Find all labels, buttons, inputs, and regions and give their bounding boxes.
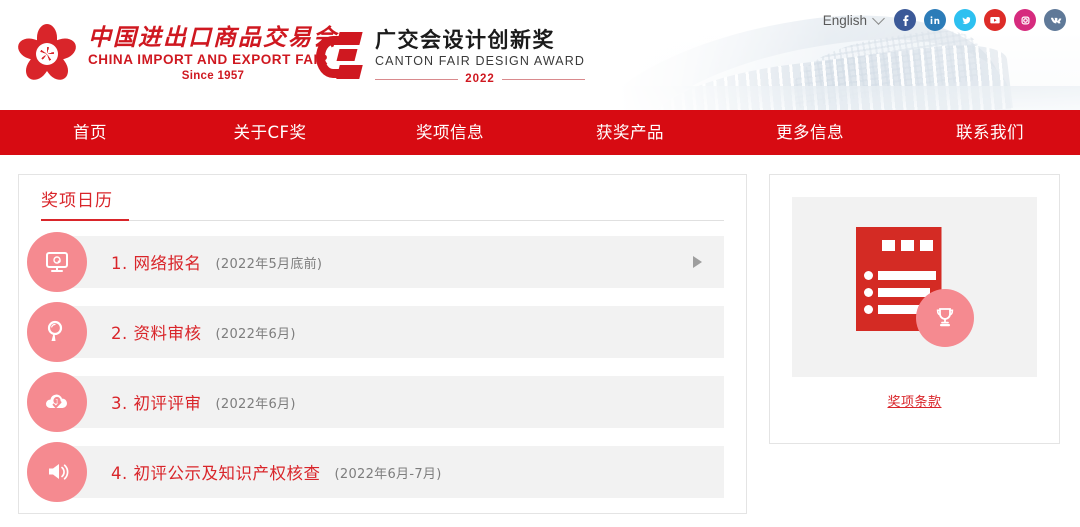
instagram-icon[interactable] (1014, 9, 1036, 31)
calendar-row-label: 4. 初评公示及知识产权核查 (111, 464, 321, 483)
award-calendar-panel: 奖项日历 1. 网络报名 (2022年5月底前) 2. 资料审核 (2022年6… (18, 174, 747, 514)
youtube-icon[interactable] (984, 9, 1006, 31)
nav-item-award-info[interactable]: 奖项信息 (360, 110, 540, 155)
calendar-row-label: 1. 网络报名 (111, 254, 202, 273)
year-rule-left (375, 78, 459, 80)
cloud-check-icon: 1 (27, 372, 87, 432)
award-name-en: CANTON FAIR DESIGN AWARD (375, 54, 585, 69)
award-year: 2022 (465, 73, 495, 86)
magnifier-icon (27, 302, 87, 362)
cf-monogram-icon (316, 31, 364, 82)
facebook-icon[interactable] (894, 9, 916, 31)
tab-award-calendar[interactable]: 奖项日历 (41, 186, 113, 220)
calendar-row[interactable]: 1 3. 初评评审 (2022年6月) (27, 372, 724, 432)
megaphone-icon (27, 442, 87, 502)
calendar-row[interactable]: 4. 初评公示及知识产权核查 (2022年6月-7月) (27, 442, 724, 502)
monitor-at-icon (27, 232, 87, 292)
year-rule-right (501, 78, 585, 80)
social-links (894, 9, 1066, 31)
logo-title-en: CHINA IMPORT AND EXPORT FAIR (88, 52, 329, 68)
sidebar-panel: 奖项条款 (769, 174, 1060, 444)
expand-arrow-icon[interactable] (693, 256, 702, 268)
calendar-row-date: (2022年6月-7月) (334, 466, 442, 482)
award-terms-image[interactable] (792, 197, 1037, 377)
logo-title-cn: 中国进出口商品交易会 (88, 24, 338, 51)
main-navigation: 首页 关于CF奖 奖项信息 获奖产品 更多信息 联系我们 (0, 110, 1080, 155)
award-name-cn: 广交会设计创新奖 (375, 28, 555, 52)
calendar-row-date: (2022年6月) (215, 326, 296, 342)
document-trophy-icon (855, 227, 974, 347)
calendar-row-date: (2022年5月底前) (215, 256, 323, 272)
twitter-icon[interactable] (954, 9, 976, 31)
calendar-row-date: (2022年6月) (215, 396, 296, 412)
calendar-row-label: 2. 资料审核 (111, 324, 202, 343)
panel-tabbar: 奖项日历 (41, 175, 724, 221)
nav-item-about-cf[interactable]: 关于CF奖 (180, 110, 360, 155)
chevron-down-icon (872, 12, 885, 25)
nav-item-home[interactable]: 首页 (0, 110, 180, 155)
cf-design-award-logo[interactable]: 广交会设计创新奖 CANTON FAIR DESIGN AWARD 2022 (316, 28, 585, 85)
calendar-row-label: 3. 初评评审 (111, 394, 202, 413)
vk-icon[interactable] (1044, 9, 1066, 31)
calendar-row[interactable]: 1. 网络报名 (2022年5月底前) (27, 232, 724, 292)
nav-item-winners[interactable]: 获奖产品 (540, 110, 720, 155)
nav-item-more-info[interactable]: 更多信息 (720, 110, 900, 155)
language-label: English (822, 13, 867, 28)
language-selector[interactable]: English (822, 12, 885, 28)
kapok-flower-icon (15, 24, 79, 85)
tab-active-underline (41, 219, 129, 221)
calendar-row[interactable]: 2. 资料审核 (2022年6月) (27, 302, 724, 362)
linkedin-icon[interactable] (924, 9, 946, 31)
site-header: 中国进出口商品交易会 CHINA IMPORT AND EXPORT FAIR … (0, 0, 1080, 110)
nav-item-contact[interactable]: 联系我们 (900, 110, 1080, 155)
award-terms-link-wrap: 奖项条款 (792, 391, 1037, 411)
logo-since: Since 1957 (181, 70, 245, 83)
page-content: 奖项日历 1. 网络报名 (2022年5月底前) 2. 资料审核 (2022年6… (0, 155, 1080, 514)
canton-fair-logo[interactable]: 中国进出口商品交易会 CHINA IMPORT AND EXPORT FAIR … (15, 24, 338, 85)
award-terms-link[interactable]: 奖项条款 (887, 395, 941, 410)
